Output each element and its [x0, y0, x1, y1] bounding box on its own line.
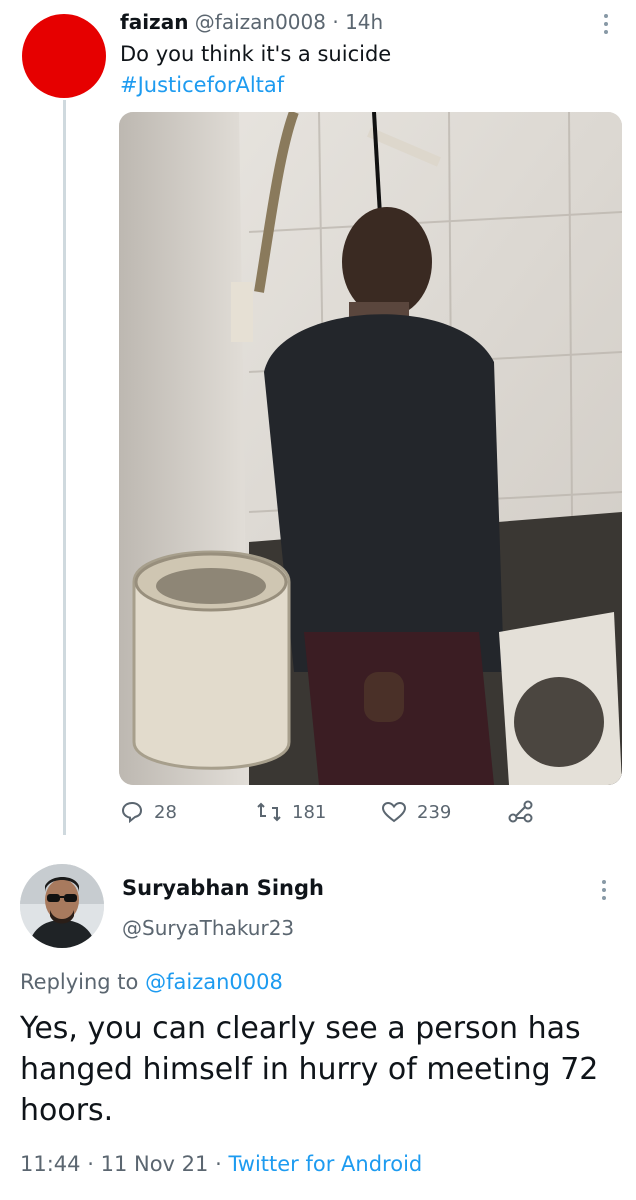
retweet-action[interactable]: 181	[256, 800, 326, 824]
replying-prefix: Replying to	[20, 970, 139, 994]
retweet-icon	[257, 802, 281, 822]
retweet-count: 181	[292, 801, 327, 823]
more-icon[interactable]	[601, 14, 611, 38]
like-count: 239	[417, 801, 452, 823]
hashtag-link[interactable]: #JusticeforAltaf	[120, 73, 284, 97]
header-separator: ·	[332, 10, 339, 34]
thread-line	[63, 100, 66, 835]
reply-meta: 11:44 · 11 Nov 21 · Twitter for Android	[20, 1152, 422, 1176]
meta-separator: ·	[87, 1152, 94, 1176]
author-name[interactable]: faizan	[120, 10, 188, 34]
replying-handle-link[interactable]: @faizan0008	[145, 970, 283, 994]
reply-source-link[interactable]: Twitter for Android	[228, 1152, 422, 1176]
tweet-age[interactable]: 14h	[345, 10, 383, 34]
like-icon	[381, 801, 407, 823]
avatar-photo	[20, 864, 104, 948]
tweet-text: Do you think it's a suicide	[120, 42, 392, 66]
author-handle[interactable]: @faizan0008	[195, 10, 326, 34]
share-action[interactable]	[508, 800, 544, 824]
more-icon[interactable]	[599, 880, 609, 904]
meta-separator: ·	[215, 1152, 222, 1176]
reply-text: Yes, you can clearly see a person has ha…	[20, 1011, 599, 1128]
reply-count: 28	[154, 801, 177, 823]
reply-author-avatar[interactable]	[20, 864, 104, 948]
reply-icon	[121, 801, 143, 824]
reply-date: 11 Nov 21	[100, 1152, 209, 1176]
share-icon	[508, 800, 533, 823]
tweet-header: faizan @faizan0008 · 14h	[120, 10, 383, 34]
reply-author-handle[interactable]: @SuryaThakur23	[122, 916, 294, 940]
replying-to: Replying to @faizan0008	[20, 970, 283, 994]
reply-action[interactable]: 28	[120, 800, 177, 824]
author-avatar[interactable]	[22, 14, 106, 98]
like-action[interactable]: 239	[381, 800, 451, 824]
tweet-photo[interactable]	[119, 112, 622, 785]
reply-time: 11:44	[20, 1152, 81, 1176]
photo-scene	[119, 112, 622, 785]
reply-author-name[interactable]: Suryabhan Singh	[122, 876, 324, 900]
